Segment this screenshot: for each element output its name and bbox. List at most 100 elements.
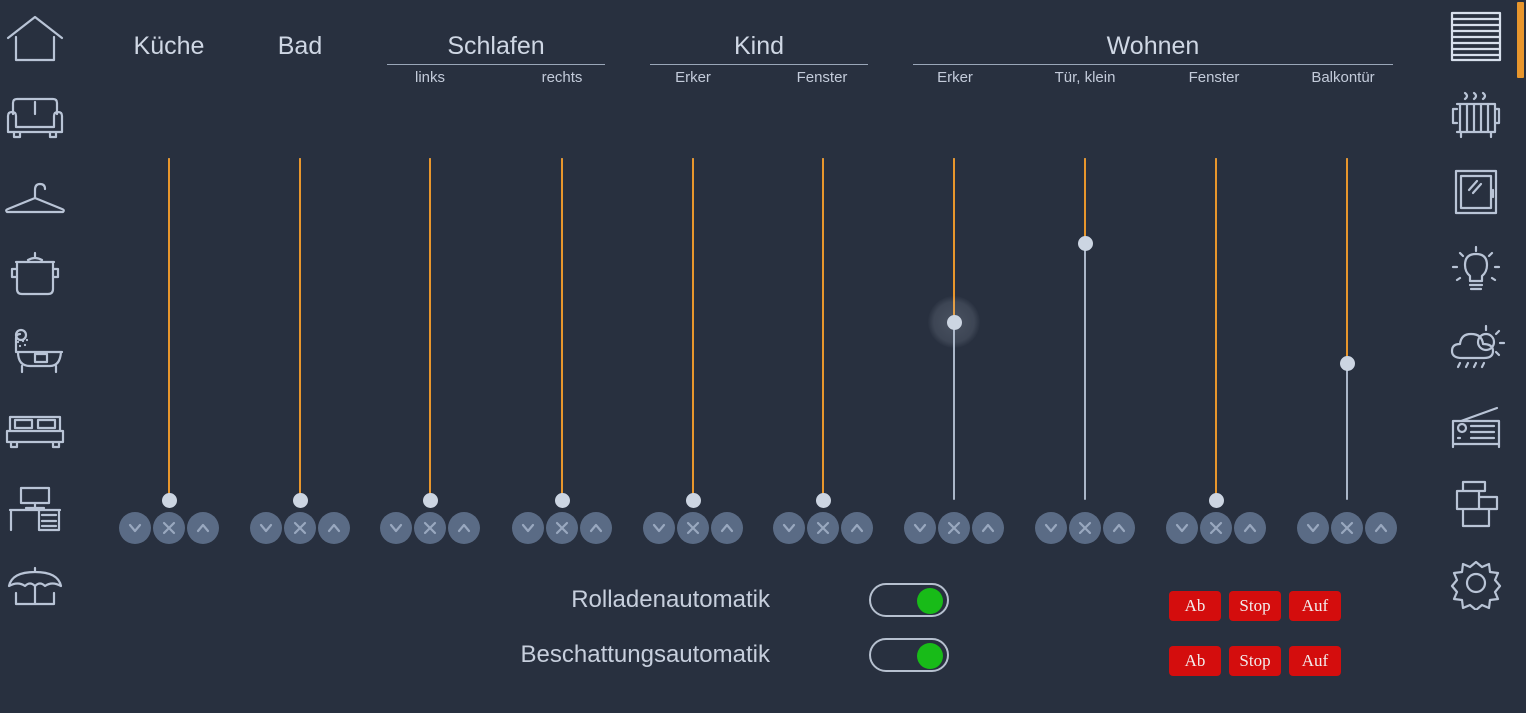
shutter-stop-button-schlafen-links[interactable] [414, 512, 446, 544]
shutter-up-button-wohnen-tuer-klein[interactable] [1103, 512, 1135, 544]
chevron-up-icon [847, 518, 867, 538]
slider-handle[interactable] [161, 492, 177, 508]
chevron-down-icon [1041, 518, 1061, 538]
chevron-up-icon [1240, 518, 1260, 538]
chevron-down-icon [1303, 518, 1323, 538]
shutter-stop-button-wohnen-fenster[interactable] [1200, 512, 1232, 544]
shutter-stop-button-schlafen-rechts[interactable] [546, 512, 578, 544]
close-x-icon [159, 518, 179, 538]
shutter-down-button-kueche[interactable] [119, 512, 151, 544]
shutter-down-button-bad[interactable] [250, 512, 282, 544]
shutter-up-button-wohnen-balkontuer[interactable] [1365, 512, 1397, 544]
shutter-slider-kind-fenster[interactable] [815, 158, 831, 508]
automation-ab-button[interactable]: Ab [1169, 646, 1221, 676]
right-rail-blinds-icon[interactable] [1432, 1, 1520, 73]
chevron-down-icon [386, 518, 406, 538]
shutter-up-button-wohnen-erker[interactable] [972, 512, 1004, 544]
shutter-slider-kind-erker[interactable] [685, 158, 701, 508]
shutter-slider-wohnen-balkontuer[interactable] [1339, 158, 1355, 500]
slider-handle[interactable] [554, 492, 570, 508]
slider-fill [1084, 158, 1086, 244]
shutter-up-button-kind-erker[interactable] [711, 512, 743, 544]
radio-icon [1447, 405, 1505, 449]
slider-controls-schlafen-links [364, 512, 496, 544]
scrollbar-track[interactable] [1516, 0, 1526, 713]
shutter-down-button-wohnen-fenster[interactable] [1166, 512, 1198, 544]
right-rail-floorplan-icon[interactable] [1432, 469, 1520, 541]
right-rail-weather-icon[interactable] [1432, 313, 1520, 385]
shutter-up-button-schlafen-rechts[interactable] [580, 512, 612, 544]
shutter-down-button-kind-erker[interactable] [643, 512, 675, 544]
right-rail-radio-icon[interactable] [1432, 391, 1520, 463]
right-function-rail [1432, 0, 1520, 713]
slider-controls-wohnen-tuer-klein [1019, 512, 1151, 544]
close-x-icon [1337, 518, 1357, 538]
shutter-stop-button-bad[interactable] [284, 512, 316, 544]
automation-toggle[interactable] [869, 638, 949, 672]
shutter-slider-row [0, 0, 1432, 560]
automation-stop-button[interactable]: Stop [1229, 591, 1281, 621]
slider-fill [168, 158, 170, 500]
slider-controls-wohnen-erker [888, 512, 1020, 544]
slider-controls-kind-fenster [757, 512, 889, 544]
shutter-stop-button-kind-fenster[interactable] [807, 512, 839, 544]
slider-handle[interactable] [1339, 355, 1355, 371]
slider-fill [429, 158, 431, 500]
automation-ab-button[interactable]: Ab [1169, 591, 1221, 621]
close-x-icon [420, 518, 440, 538]
shutter-slider-wohnen-erker[interactable] [928, 158, 980, 500]
automation-stop-button[interactable]: Stop [1229, 646, 1281, 676]
slider-controls-wohnen-balkontuer [1281, 512, 1413, 544]
shutter-up-button-schlafen-links[interactable] [448, 512, 480, 544]
slider-handle[interactable] [1077, 236, 1093, 251]
right-rail-radiator-icon[interactable] [1432, 79, 1520, 151]
shutter-stop-button-kind-erker[interactable] [677, 512, 709, 544]
shutter-stop-button-kueche[interactable] [153, 512, 185, 544]
slider-handle[interactable] [292, 492, 308, 508]
shutter-stop-button-wohnen-balkontuer[interactable] [1331, 512, 1363, 544]
shutter-slider-wohnen-tuer-klein[interactable] [1077, 158, 1093, 500]
automation-auf-button[interactable]: Auf [1289, 591, 1341, 621]
shutter-slider-bad[interactable] [292, 158, 308, 508]
shutter-down-button-kind-fenster[interactable] [773, 512, 805, 544]
shutter-up-button-kueche[interactable] [187, 512, 219, 544]
shutter-slider-wohnen-fenster[interactable] [1208, 158, 1224, 508]
automation-label: Rolladenautomatik [571, 586, 770, 613]
shutter-slider-schlafen-links[interactable] [422, 158, 438, 508]
bulb-icon [1449, 244, 1503, 298]
shutter-stop-button-wohnen-tuer-klein[interactable] [1069, 512, 1101, 544]
slider-controls-schlafen-rechts [496, 512, 628, 544]
right-rail-bulb-icon[interactable] [1432, 235, 1520, 307]
slider-handle[interactable] [1208, 492, 1224, 508]
automation-row: Beschattungsautomatik [400, 633, 770, 677]
close-x-icon [683, 518, 703, 538]
shutter-down-button-wohnen-erker[interactable] [904, 512, 936, 544]
shutter-down-button-wohnen-tuer-klein[interactable] [1035, 512, 1067, 544]
slider-handle[interactable] [422, 492, 438, 508]
slider-fill [299, 158, 301, 500]
shutter-stop-button-wohnen-erker[interactable] [938, 512, 970, 544]
shutter-up-button-kind-fenster[interactable] [841, 512, 873, 544]
right-rail-window-icon[interactable] [1432, 157, 1520, 229]
slider-handle[interactable] [946, 314, 962, 330]
shutter-slider-kueche[interactable] [161, 158, 177, 508]
scrollbar-thumb[interactable] [1517, 2, 1524, 78]
right-rail-gear-icon[interactable] [1432, 547, 1520, 619]
slider-handle[interactable] [815, 492, 831, 508]
shutter-down-button-schlafen-rechts[interactable] [512, 512, 544, 544]
shutter-up-button-bad[interactable] [318, 512, 350, 544]
shutter-down-button-wohnen-balkontuer[interactable] [1297, 512, 1329, 544]
automation-auf-button[interactable]: Auf [1289, 646, 1341, 676]
chevron-down-icon [518, 518, 538, 538]
automation-toggle[interactable] [869, 583, 949, 617]
shutter-slider-schlafen-rechts[interactable] [554, 158, 570, 508]
close-x-icon [813, 518, 833, 538]
close-x-icon [1075, 518, 1095, 538]
rolladen-control-screen: Küche Bad Schlafen links rechts Kind Erker Fens… [0, 0, 1526, 713]
chevron-up-icon [717, 518, 737, 538]
slider-handle[interactable] [685, 492, 701, 508]
chevron-up-icon [193, 518, 213, 538]
shutter-up-button-wohnen-fenster[interactable] [1234, 512, 1266, 544]
close-x-icon [1206, 518, 1226, 538]
shutter-down-button-schlafen-links[interactable] [380, 512, 412, 544]
